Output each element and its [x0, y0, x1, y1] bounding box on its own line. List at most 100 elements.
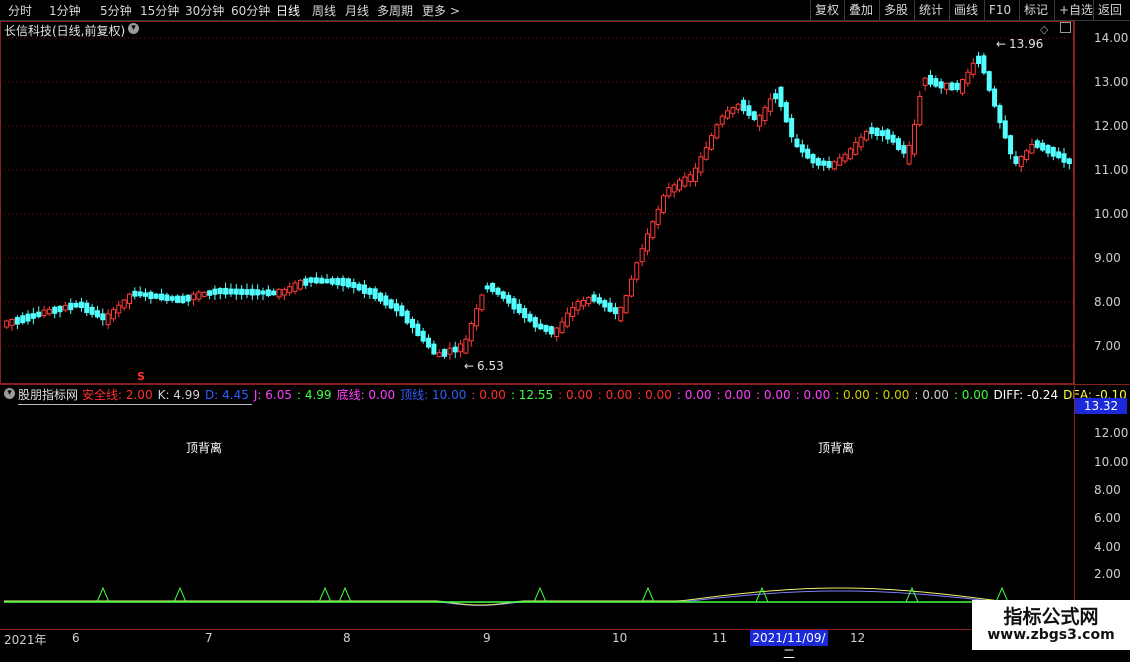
candle [506, 292, 512, 307]
candle [175, 294, 181, 304]
candle [879, 126, 885, 142]
candle [927, 70, 933, 88]
candle-body [249, 288, 255, 296]
candle [426, 334, 432, 350]
back-button[interactable]: 返回 [1093, 0, 1126, 20]
indicator-tick: 12.00 [1094, 426, 1129, 440]
period-tab-monthly[interactable]: 月线 [345, 2, 369, 19]
candle-body [447, 347, 453, 355]
candle [1045, 144, 1051, 158]
period-tab-60min[interactable]: 60分钟 [231, 2, 270, 19]
candle [132, 287, 138, 300]
candle-body [329, 278, 335, 285]
candle [847, 146, 853, 161]
candle [415, 320, 421, 337]
candle [559, 317, 565, 334]
period-tab-weekly[interactable]: 周线 [312, 2, 336, 19]
candle-body [922, 77, 928, 86]
candle [281, 287, 287, 300]
candle-body [1002, 120, 1008, 139]
candle [207, 289, 213, 300]
candle-body [25, 313, 31, 322]
candlestick-chart[interactable] [0, 21, 1074, 384]
candle-body [986, 71, 992, 91]
candle-body [62, 304, 68, 311]
candle-body [767, 98, 773, 112]
watermark-line2: www.zbgs3.com [987, 627, 1115, 643]
candle-body [121, 299, 127, 309]
candle [255, 284, 261, 300]
candle-body [741, 99, 747, 112]
candle-body [965, 71, 971, 84]
candle [431, 340, 437, 356]
candle-body [976, 55, 982, 64]
period-tab-more[interactable]: 更多 > [422, 2, 460, 19]
candle-body [751, 111, 757, 121]
restore-rights-button[interactable]: 复权 [810, 0, 843, 20]
candle [89, 304, 95, 318]
period-tab-30min[interactable]: 30分钟 [185, 2, 224, 19]
period-tab-intraday[interactable]: 分时 [8, 2, 32, 19]
period-tab-multi[interactable]: 多周期 [377, 2, 413, 19]
period-tab-1min[interactable]: 1分钟 [49, 2, 81, 19]
candle-body [1013, 156, 1019, 164]
candle-body [789, 117, 795, 138]
candle [660, 193, 666, 215]
price-tick: 8.00 [1094, 295, 1121, 309]
time-label: 9 [483, 631, 491, 645]
candle [655, 205, 661, 230]
candle-body [949, 82, 955, 91]
mark-button[interactable]: 标记 [1019, 0, 1052, 20]
candle [110, 306, 116, 322]
candle-body [794, 138, 800, 148]
draw-line-button[interactable]: 画线 [949, 0, 982, 20]
candle-body [543, 324, 549, 332]
candle [442, 348, 448, 359]
price-tick: 13.00 [1094, 75, 1129, 89]
candle-body [602, 300, 608, 308]
price-tick: 10.00 [1094, 207, 1129, 221]
candle [239, 284, 245, 300]
candle [810, 152, 816, 169]
candle-body [335, 278, 341, 286]
overlay-button[interactable]: 叠加 [844, 0, 877, 20]
indicator-chart[interactable] [0, 385, 1074, 630]
candle [351, 278, 357, 294]
time-label: 6 [72, 631, 80, 645]
current-value-box: 13.32 [1075, 398, 1127, 414]
candle [1029, 138, 1035, 154]
period-tab-daily[interactable]: 日线 [276, 2, 300, 19]
candle-body [746, 105, 752, 116]
candle [986, 70, 992, 93]
period-tab-15min[interactable]: 15分钟 [140, 2, 179, 19]
candle-body [367, 288, 373, 295]
candle [393, 298, 399, 317]
candle [159, 288, 165, 302]
candle [741, 97, 747, 115]
candle [52, 305, 58, 319]
candle [767, 93, 773, 116]
candle-body [303, 278, 309, 286]
add-favorite-button[interactable]: +自选 [1054, 0, 1097, 20]
multi-stock-button[interactable]: 多股 [879, 0, 912, 20]
candle-body [719, 115, 725, 125]
statistics-button[interactable]: 统计 [914, 0, 947, 20]
candle-body [73, 302, 79, 308]
signal-triangle [318, 586, 332, 603]
candle [324, 273, 330, 284]
f10-button[interactable]: F10 [984, 0, 1015, 20]
candle-body [693, 167, 699, 182]
candle [863, 129, 869, 142]
candle-body [1066, 158, 1072, 164]
candle [805, 144, 811, 160]
candle [1008, 134, 1014, 160]
candle-body [992, 88, 998, 107]
candle [1061, 147, 1067, 168]
candle-body [810, 154, 816, 164]
candle-body [255, 289, 261, 296]
candle-body [495, 287, 501, 295]
candle [677, 177, 683, 193]
indicator-lines-group [4, 586, 1060, 606]
period-tab-5min[interactable]: 5分钟 [100, 2, 132, 19]
candle-body [308, 277, 314, 283]
